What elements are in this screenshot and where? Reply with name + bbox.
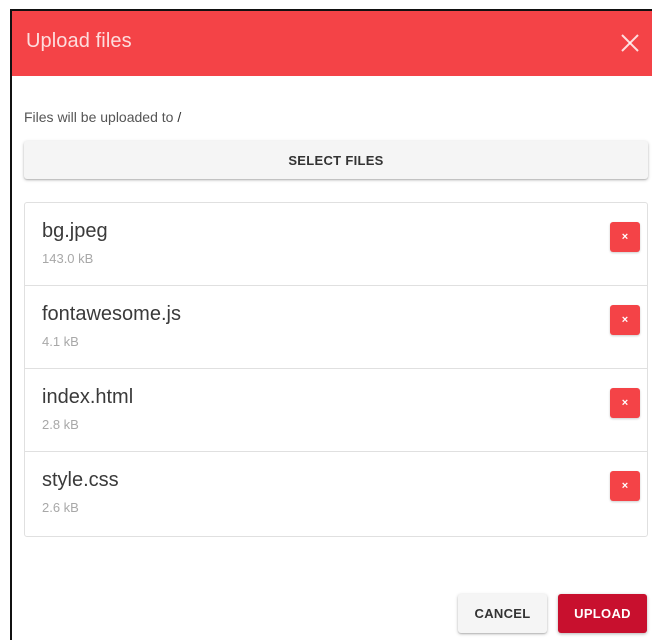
- remove-icon: ×: [621, 313, 629, 326]
- remove-icon: ×: [621, 479, 629, 492]
- destination-label: Files will be uploaded to: [24, 109, 178, 125]
- select-files-button[interactable]: SELECT FILES: [24, 141, 648, 179]
- upload-dialog: Upload files Files will be uploaded to /…: [10, 9, 652, 640]
- cancel-button[interactable]: CANCEL: [458, 594, 547, 633]
- dialog-header: Upload files: [12, 11, 652, 76]
- remove-icon: ×: [621, 230, 629, 243]
- destination-text: Files will be uploaded to /: [24, 109, 181, 125]
- file-name: style.css: [42, 469, 119, 491]
- file-name: fontawesome.js: [42, 303, 181, 325]
- remove-file-button[interactable]: ×: [610, 222, 640, 252]
- file-size: 2.6 kB: [42, 500, 79, 515]
- file-row: fontawesome.js 4.1 kB ×: [25, 286, 647, 369]
- file-list: bg.jpeg 143.0 kB × fontawesome.js 4.1 kB…: [24, 202, 648, 537]
- file-size: 143.0 kB: [42, 251, 94, 266]
- close-button[interactable]: [616, 29, 644, 57]
- destination-path: /: [177, 109, 182, 125]
- remove-file-button[interactable]: ×: [610, 471, 640, 501]
- remove-file-button[interactable]: ×: [610, 388, 640, 418]
- upload-button[interactable]: UPLOAD: [558, 594, 647, 633]
- file-row: style.css 2.6 kB ×: [25, 452, 647, 535]
- remove-file-button[interactable]: ×: [610, 305, 640, 335]
- file-size: 4.1 kB: [42, 334, 79, 349]
- file-row: bg.jpeg 143.0 kB ×: [25, 203, 647, 286]
- dialog-title: Upload files: [26, 30, 132, 52]
- file-row: index.html 2.8 kB ×: [25, 369, 647, 452]
- close-icon: [621, 34, 639, 52]
- remove-icon: ×: [621, 396, 629, 409]
- file-size: 2.8 kB: [42, 417, 79, 432]
- file-name: bg.jpeg: [42, 220, 108, 242]
- file-name: index.html: [42, 386, 134, 408]
